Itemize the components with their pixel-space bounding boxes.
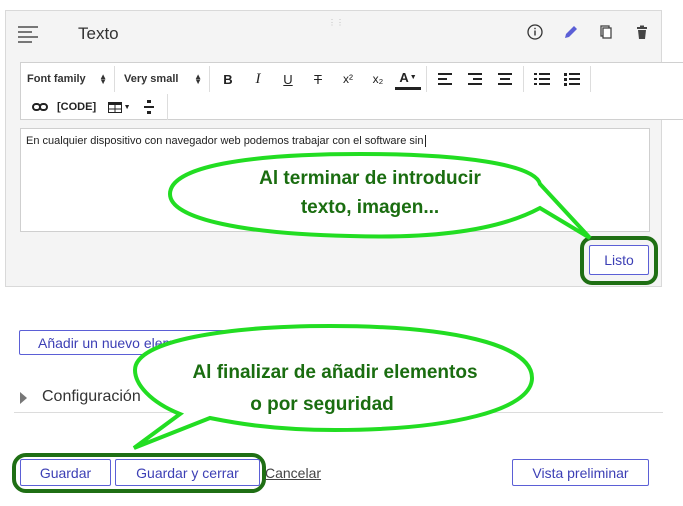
callout-top-line1: Al terminar de introducir bbox=[259, 168, 481, 189]
font-color-label: A bbox=[399, 70, 409, 85]
bold-button[interactable]: B bbox=[215, 67, 241, 91]
font-family-select[interactable]: Font family ▲ ▼ bbox=[21, 67, 111, 91]
expand-triangle-icon[interactable] bbox=[20, 392, 27, 404]
font-color-button[interactable]: A ▼ bbox=[395, 69, 421, 90]
underline-label: U bbox=[283, 71, 293, 87]
panel-title: Texto bbox=[78, 24, 119, 43]
info-icon[interactable] bbox=[526, 23, 544, 41]
menu-icon[interactable] bbox=[18, 26, 38, 46]
bold-label: B bbox=[223, 71, 233, 87]
strikethrough-button[interactable]: T bbox=[305, 67, 331, 91]
cancelar-link[interactable]: Cancelar bbox=[265, 465, 321, 481]
horizontal-rule-icon[interactable] bbox=[136, 95, 162, 119]
code-button[interactable]: [CODE] bbox=[57, 95, 96, 119]
callout-top-text: Al terminar de introducir texto, imagen.… bbox=[170, 164, 570, 222]
caret-down-icon: ▼ bbox=[123, 103, 131, 111]
numbered-list-icon[interactable] bbox=[559, 67, 585, 91]
editor-content-text: En cualquier dispositivo con navegador w… bbox=[26, 135, 424, 147]
listo-button[interactable]: Listo bbox=[589, 245, 649, 275]
select-arrows-icon: ▲ ▼ bbox=[99, 72, 107, 86]
text-caret bbox=[425, 135, 427, 148]
align-right-icon[interactable] bbox=[462, 67, 488, 91]
italic-label: I bbox=[255, 70, 261, 87]
drag-handle-icon[interactable]: ⋮⋮ bbox=[328, 19, 344, 27]
strikethrough-label: T bbox=[314, 71, 322, 87]
font-family-label: Font family bbox=[27, 73, 86, 85]
superscript-label: x² bbox=[343, 72, 353, 86]
pencil-icon[interactable] bbox=[562, 23, 580, 41]
bullet-list-icon[interactable] bbox=[529, 67, 555, 91]
align-center-icon[interactable] bbox=[492, 67, 518, 91]
font-size-label: Very small bbox=[124, 73, 179, 85]
trash-icon[interactable] bbox=[633, 23, 651, 41]
callout-top-line2: texto, imagen... bbox=[300, 197, 440, 218]
font-size-select[interactable]: Very small ▲ ▼ bbox=[118, 67, 206, 91]
align-left-icon[interactable] bbox=[432, 67, 458, 91]
select-arrows-icon: ▲ ▼ bbox=[194, 72, 202, 86]
callout-bottom-line1: Al finalizar de añadir elementos bbox=[192, 362, 478, 383]
underline-button[interactable]: U bbox=[275, 67, 301, 91]
preview-button[interactable]: Vista preliminar bbox=[512, 459, 649, 486]
callout-bottom-text: Al finalizar de añadir elementos o por s… bbox=[135, 356, 535, 420]
editor-content[interactable]: En cualquier dispositivo con navegador w… bbox=[26, 135, 427, 148]
subscript-button[interactable]: x₂ bbox=[365, 67, 391, 91]
superscript-button[interactable]: x² bbox=[335, 67, 361, 91]
table-icon[interactable]: ▼ bbox=[106, 95, 132, 119]
italic-button[interactable]: I bbox=[245, 67, 271, 91]
callout-bottom-line2: o por seguridad bbox=[250, 394, 394, 415]
code-label: [CODE] bbox=[57, 101, 97, 113]
link-icon[interactable] bbox=[27, 95, 53, 119]
guardar-cerrar-button[interactable]: Guardar y cerrar bbox=[115, 459, 260, 486]
subscript-label: x₂ bbox=[372, 72, 384, 86]
caret-down-icon: ▼ bbox=[409, 74, 417, 81]
guardar-button[interactable]: Guardar bbox=[20, 459, 111, 486]
editor-toolbar: Font family ▲ ▼ Very small ▲ ▼ B I U T x² … bbox=[20, 62, 683, 120]
copy-icon[interactable] bbox=[597, 23, 615, 41]
